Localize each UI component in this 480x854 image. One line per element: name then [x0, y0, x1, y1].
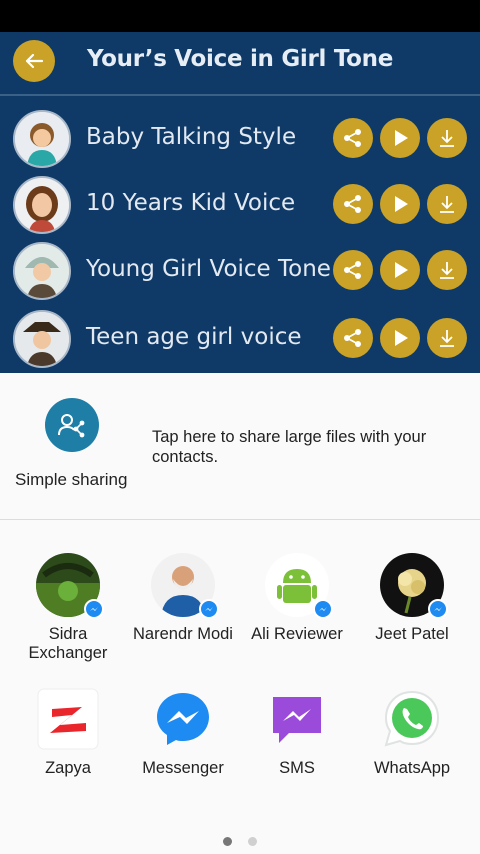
messenger-badge — [199, 599, 219, 619]
page-dot[interactable] — [248, 837, 257, 846]
kid-avatar — [13, 176, 71, 234]
app-share-target[interactable]: Zapya — [9, 687, 127, 778]
share-icon — [344, 329, 361, 347]
sheet-divider — [0, 519, 480, 520]
direct-share-target[interactable]: Ali Reviewer — [238, 553, 356, 644]
target-label: Narendr Modi — [133, 625, 233, 643]
voice-label: 10 Years Kid Voice — [86, 190, 296, 216]
share-icon — [344, 129, 361, 147]
header-divider — [0, 94, 480, 96]
voice-row: Baby Talking Style — [0, 108, 480, 170]
download-icon — [440, 196, 454, 213]
young-girl-avatar — [13, 242, 71, 300]
share-sheet: Simple sharing Tap here to share large f… — [0, 373, 480, 854]
zapya-icon — [36, 687, 100, 751]
target-label: Zapya — [45, 759, 91, 777]
contact-avatar — [265, 553, 333, 619]
play-icon — [395, 330, 408, 346]
share-contacts-icon — [45, 398, 99, 452]
share-button[interactable] — [333, 184, 373, 224]
share-icon — [344, 261, 361, 279]
sms-icon — [265, 687, 329, 751]
direct-share-target[interactable]: Sidra Exchanger — [9, 553, 127, 663]
play-icon — [395, 262, 408, 278]
teen-girl-avatar — [13, 310, 71, 368]
voice-row: Young Girl Voice Tone — [0, 240, 480, 302]
target-label: Sidra Exchanger — [28, 625, 108, 662]
voice-row: Teen age girl voice — [0, 308, 480, 370]
simple-sharing-label: Simple sharing — [15, 470, 128, 489]
page-indicator — [0, 833, 480, 851]
share-icon — [344, 195, 361, 213]
page-title: Your’s Voice in Girl Tone — [86, 46, 394, 72]
app-share-target[interactable]: Messenger — [124, 687, 242, 778]
play-button[interactable] — [380, 118, 420, 158]
status-bar — [0, 0, 480, 32]
download-button[interactable] — [427, 318, 467, 358]
play-icon — [395, 196, 408, 212]
target-label: Jeet Patel — [375, 625, 449, 643]
simple-sharing-description: Tap here to share large files with your … — [152, 428, 427, 466]
contact-avatar — [36, 553, 104, 619]
download-button[interactable] — [427, 118, 467, 158]
voice-label: Baby Talking Style — [86, 124, 297, 150]
contact-avatar — [380, 553, 448, 619]
download-icon — [440, 130, 454, 147]
share-button[interactable] — [333, 118, 373, 158]
target-label: SMS — [279, 759, 315, 777]
app-share-target[interactable]: WhatsApp — [353, 687, 471, 778]
play-button[interactable] — [380, 250, 420, 290]
target-label: Ali Reviewer — [251, 625, 343, 643]
download-icon — [440, 330, 454, 347]
share-button[interactable] — [333, 318, 373, 358]
direct-share-target[interactable]: Jeet Patel — [353, 553, 471, 644]
download-button[interactable] — [427, 184, 467, 224]
play-button[interactable] — [380, 184, 420, 224]
messenger-icon — [151, 687, 215, 751]
target-label: WhatsApp — [373, 759, 451, 777]
play-icon — [395, 130, 408, 146]
whatsapp-icon — [380, 687, 444, 751]
app-screen: Your’s Voice in Girl Tone Baby Talking S… — [0, 32, 480, 373]
voice-label: Teen age girl voice — [86, 324, 302, 350]
app-share-target[interactable]: SMS — [238, 687, 356, 778]
download-button[interactable] — [427, 250, 467, 290]
target-label: Messenger — [142, 759, 224, 777]
direct-share-target[interactable]: Narendr Modi — [124, 553, 242, 644]
contact-avatar — [151, 553, 219, 619]
page-dot-active[interactable] — [223, 837, 232, 846]
messenger-badge — [84, 599, 104, 619]
messenger-badge — [313, 599, 333, 619]
play-button[interactable] — [380, 318, 420, 358]
voice-label: Young Girl Voice Tone — [86, 256, 331, 282]
app-bar: Your’s Voice in Girl Tone — [0, 32, 480, 94]
share-button[interactable] — [333, 250, 373, 290]
download-icon — [440, 262, 454, 279]
baby-avatar — [13, 110, 71, 168]
messenger-badge — [428, 599, 448, 619]
voice-row: 10 Years Kid Voice — [0, 174, 480, 236]
